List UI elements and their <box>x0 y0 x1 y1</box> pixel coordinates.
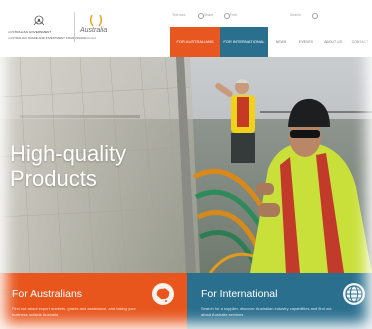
share-link[interactable]: Share <box>204 13 213 17</box>
gov-logo-line1: AUSTRALIAN GOVERNMENT <box>8 30 52 34</box>
brand-logo-sub: unlimited <box>84 36 97 40</box>
for-australians-description: Find out about export markets, grants an… <box>12 306 136 317</box>
for-international-description: Search for a supplier, discover Australi… <box>201 306 332 317</box>
tab-for-australians[interactable]: FOR AUSTRALIANS <box>170 27 220 57</box>
australia-unlimited-logo[interactable]: Australia unlimited <box>80 14 114 44</box>
print-link[interactable]: Print <box>230 13 237 17</box>
for-australians-title[interactable]: For Australians <box>12 288 82 300</box>
hero-title-line1: High-quality <box>10 141 127 166</box>
utility-bar: Text size Share Print Search <box>172 13 367 21</box>
site-header: AUSTRALIAN GOVERNMENT AUSTRALIAN TRADE A… <box>0 0 372 57</box>
australian-government-logo[interactable]: AUSTRALIAN GOVERNMENT AUSTRALIAN TRADE A… <box>8 12 85 46</box>
coat-of-arms-icon <box>33 15 45 26</box>
for-international-title[interactable]: For International <box>201 288 277 300</box>
australia-brand-mark-icon <box>90 14 102 27</box>
gov-logo-line2: AUSTRALIAN TRADE AND INVESTMENT COMMISSI… <box>8 36 86 40</box>
nav-link-events[interactable]: EVENTS <box>294 27 318 57</box>
hero-title: High-quality Products <box>10 141 180 191</box>
nav-link-contact[interactable]: CONTACT <box>348 27 372 57</box>
for-australians-panel[interactable]: For Australians Find out about export ma… <box>0 273 187 329</box>
search-icon[interactable] <box>312 13 318 19</box>
search-link[interactable]: Search <box>290 13 301 17</box>
nav-link-news[interactable]: NEWS <box>270 27 292 57</box>
text-size-link[interactable]: Text size <box>172 13 186 17</box>
globe-icon[interactable] <box>343 283 365 305</box>
logo-divider <box>74 12 75 42</box>
australia-map-icon[interactable] <box>152 283 174 305</box>
nav-link-about-us[interactable]: ABOUT US <box>320 27 346 57</box>
brand-logo-text: Australia <box>80 27 108 34</box>
for-international-panel[interactable]: For International Search for a supplier,… <box>187 273 372 329</box>
page: AUSTRALIAN GOVERNMENT AUSTRALIAN TRADE A… <box>0 0 372 329</box>
tab-for-international[interactable]: FOR INTERNATIONAL <box>220 27 268 57</box>
hero-banner[interactable]: High-quality Products <box>0 57 372 273</box>
hero-title-line2: Products <box>10 166 97 191</box>
